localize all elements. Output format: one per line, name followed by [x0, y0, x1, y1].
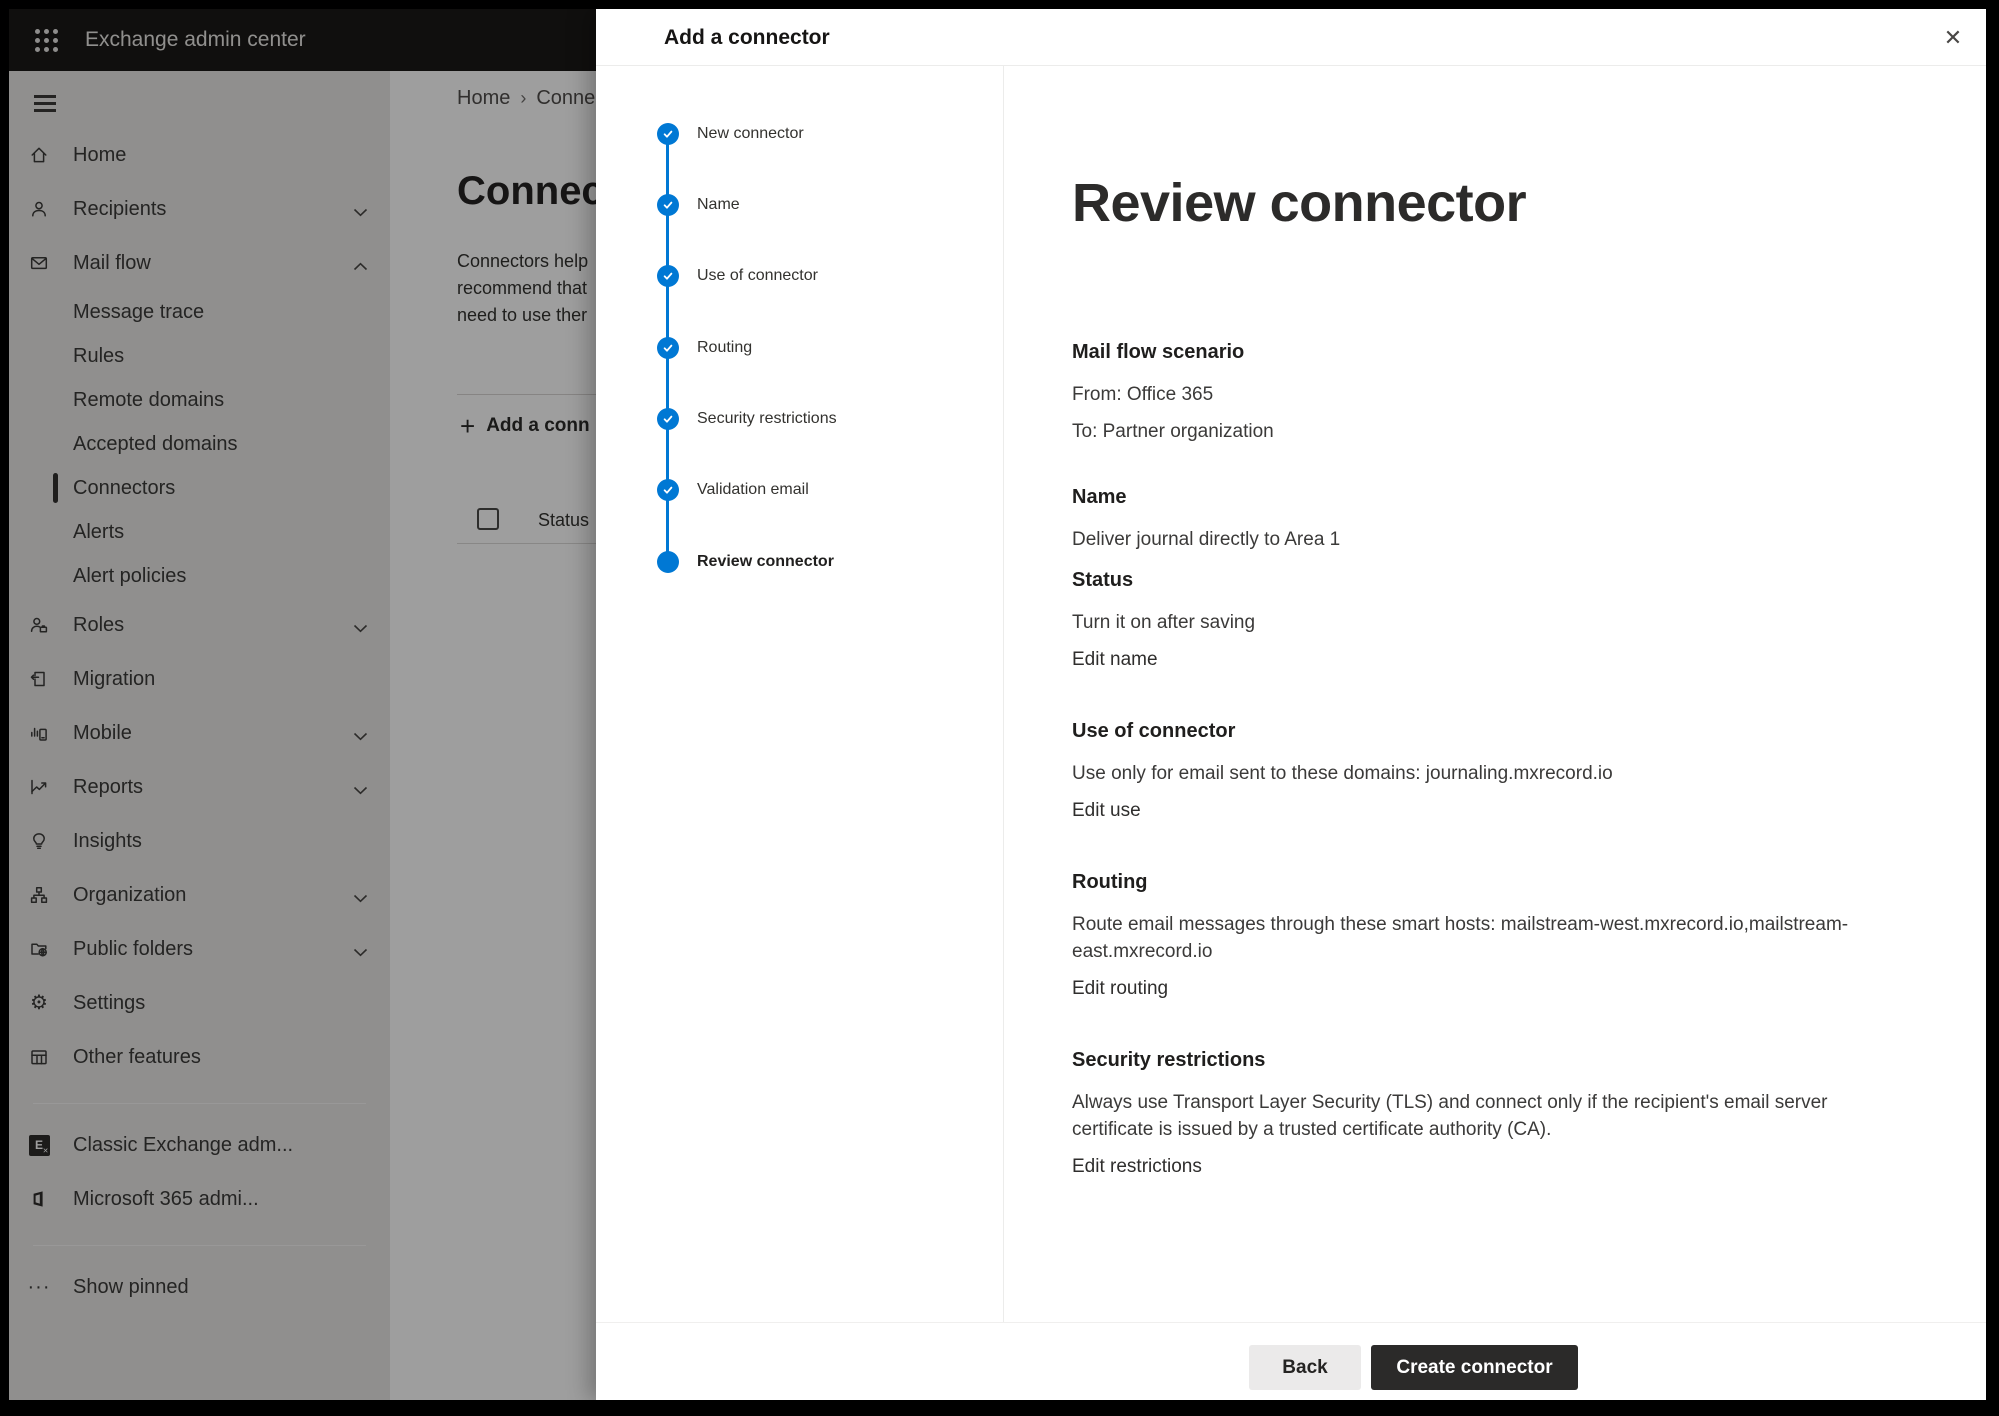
review-summary: Mail flow scenario From: Office 365 To: … — [1072, 339, 1892, 1180]
review-connector-heading: Review connector — [1072, 171, 1526, 235]
completed-check-icon — [657, 408, 679, 430]
completed-check-icon — [657, 194, 679, 216]
section-heading-mail-flow-scenario: Mail flow scenario — [1072, 339, 1892, 366]
use-of-connector-value: Use only for email sent to these domains… — [1072, 760, 1892, 787]
step-validation-email[interactable]: Validation email — [657, 479, 809, 501]
step-routing[interactable]: Routing — [657, 337, 752, 359]
create-connector-button[interactable]: Create connector — [1371, 1345, 1578, 1390]
routing-value: Route email messages through these smart… — [1072, 911, 1892, 965]
section-heading-use-of-connector: Use of connector — [1072, 718, 1892, 745]
completed-check-icon — [657, 123, 679, 145]
mail-flow-from-value: From: Office 365 — [1072, 381, 1892, 408]
mail-flow-to-value: To: Partner organization — [1072, 418, 1892, 445]
status-value: Turn it on after saving — [1072, 609, 1892, 636]
completed-check-icon — [657, 265, 679, 287]
close-button[interactable]: ✕ — [1933, 18, 1973, 58]
wizard-title: Add a connector — [664, 9, 830, 66]
edit-routing-link[interactable]: Edit routing — [1072, 975, 1168, 1002]
security-restrictions-value: Always use Transport Layer Security (TLS… — [1072, 1089, 1892, 1143]
current-step-dot-icon — [657, 551, 679, 573]
section-heading-name: Name — [1072, 484, 1892, 511]
step-new-connector[interactable]: New connector — [657, 123, 804, 145]
wizard-steps-pane: New connector Name Use of connector Rout… — [596, 66, 1004, 1322]
connector-name-value: Deliver journal directly to Area 1 — [1072, 526, 1892, 553]
step-security-restrictions[interactable]: Security restrictions — [657, 408, 837, 430]
step-name[interactable]: Name — [657, 194, 740, 216]
edit-name-link[interactable]: Edit name — [1072, 646, 1158, 673]
section-heading-routing: Routing — [1072, 869, 1892, 896]
step-review-connector[interactable]: Review connector — [657, 551, 834, 573]
section-heading-security-restrictions: Security restrictions — [1072, 1047, 1892, 1074]
add-connector-wizard: Add a connector ✕ New connector Name Use… — [596, 9, 1986, 1400]
wizard-footer: Back Create connector — [596, 1322, 1986, 1400]
completed-check-icon — [657, 337, 679, 359]
step-use-of-connector[interactable]: Use of connector — [657, 265, 818, 287]
completed-check-icon — [657, 479, 679, 501]
exchange-admin-center-app: Exchange admin center Home Recipients Ma — [9, 9, 1986, 1400]
back-button[interactable]: Back — [1249, 1345, 1361, 1390]
section-heading-status: Status — [1072, 567, 1892, 594]
edit-restrictions-link[interactable]: Edit restrictions — [1072, 1153, 1202, 1180]
close-icon: ✕ — [1944, 25, 1962, 51]
wizard-header: Add a connector ✕ — [596, 9, 1986, 66]
edit-use-link[interactable]: Edit use — [1072, 797, 1141, 824]
